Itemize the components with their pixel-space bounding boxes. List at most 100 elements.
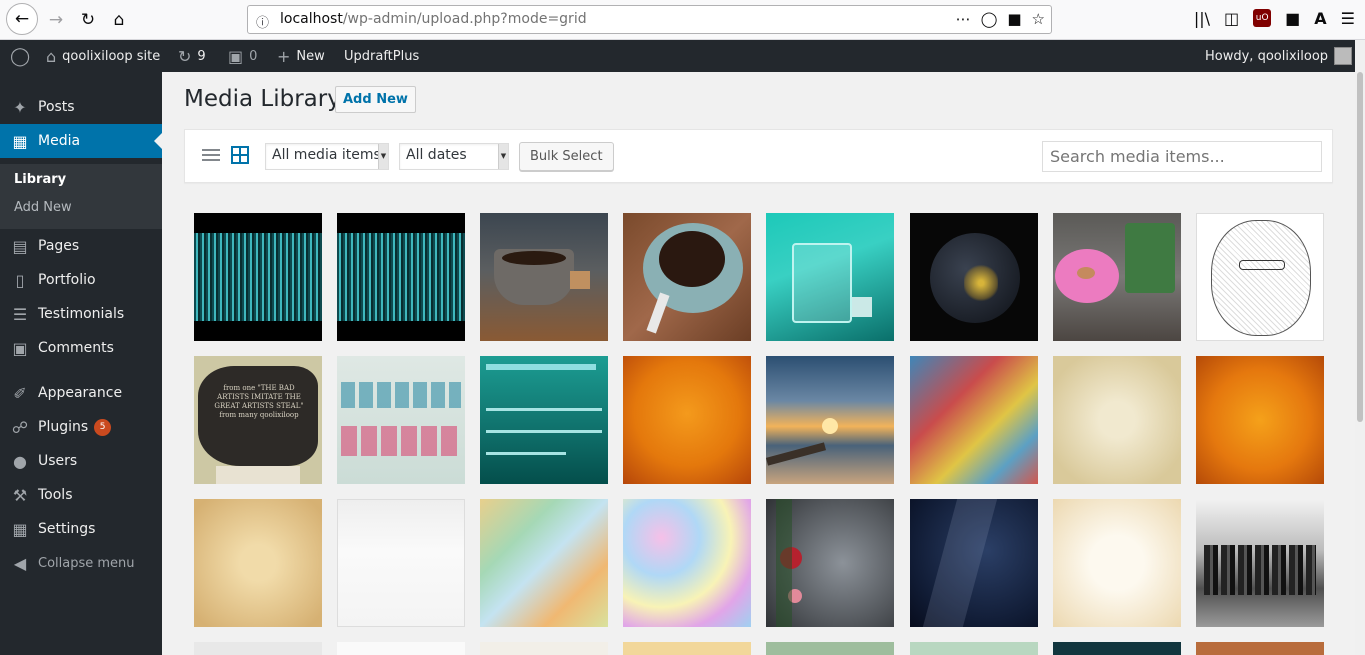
media-item-partial[interactable] [337, 642, 465, 655]
media-item-parchment-texture[interactable] [1053, 356, 1181, 484]
media-item-partial[interactable] [623, 642, 751, 655]
media-item-pastel-paint[interactable] [480, 499, 608, 627]
menu-label: Pages [38, 238, 80, 254]
site-name-link[interactable]: ⌂ qoolixiloop site [46, 40, 160, 72]
media-item-cream-paper[interactable] [1053, 499, 1181, 627]
updraftplus-link[interactable]: UpdraftPlus [344, 40, 419, 72]
wordpress-logo-icon[interactable]: ◯ [10, 40, 30, 72]
menu-pages[interactable]: ▤ Pages [0, 229, 162, 263]
tools-icon: ⚒ [12, 485, 28, 505]
media-item-coffee-cup-spoon[interactable] [623, 213, 751, 341]
scrollbar[interactable] [1355, 40, 1365, 655]
ublock-icon[interactable]: uO [1253, 9, 1272, 27]
media-item-partial[interactable] [1196, 642, 1324, 655]
menu-media[interactable]: ▦ Media [0, 124, 162, 158]
media-item-highly-effective-text[interactable] [480, 356, 608, 484]
menu-appearance[interactable]: ✐ Appearance [0, 376, 162, 410]
scroll-thumb[interactable] [1357, 72, 1363, 422]
comments-link[interactable]: ▣ 0 [228, 40, 257, 72]
media-item-glass-water-splash[interactable] [766, 213, 894, 341]
media-item-partial[interactable] [194, 642, 322, 655]
save-page-icon[interactable]: ■ [1285, 9, 1300, 28]
media-item-colorful-abstract[interactable] [910, 356, 1038, 484]
menu-comments[interactable]: ▣ Comments [0, 331, 162, 365]
media-item-coffee-cup-sugar[interactable] [480, 213, 608, 341]
menu-portfolio[interactable]: ▯ Portfolio [0, 263, 162, 297]
media-item-stone-quote[interactable]: from one "THE BAD ARTISTS IMITATE THE GR… [194, 356, 322, 484]
url-bar[interactable]: ⓘ localhost/wp-admin/upload.php?mode=gri… [247, 5, 1052, 34]
sidebar-icon[interactable]: ◫ [1224, 9, 1239, 28]
pages-icon: ▤ [12, 236, 28, 256]
menu-label: Tools [38, 487, 73, 503]
media-item-partial[interactable] [910, 642, 1038, 655]
menu-label: Settings [38, 521, 96, 537]
media-item-watercolor-pastel[interactable] [623, 499, 751, 627]
add-new-button[interactable]: Add New [335, 86, 416, 113]
media-item-born-nobody-text[interactable] [337, 356, 465, 484]
grid-view-icon[interactable] [231, 146, 249, 164]
media-item-beach-sunset[interactable] [766, 356, 894, 484]
media-item-starry-sky[interactable] [910, 499, 1038, 627]
menu-settings[interactable]: ▦ Settings [0, 512, 162, 546]
submenu-library[interactable]: Library [14, 172, 66, 187]
menu-label: Testimonials [38, 306, 125, 322]
menu-plugins[interactable]: ☍ Plugins 5 [0, 410, 162, 444]
media-item-orange-texture-2[interactable] [1196, 356, 1324, 484]
list-view-icon[interactable] [202, 146, 220, 164]
updates-icon: ↻ [178, 46, 192, 66]
media-item-planet-night-lights[interactable] [910, 213, 1038, 341]
font-icon[interactable]: A [1314, 9, 1326, 28]
pocket-icon[interactable]: ◯ [981, 10, 998, 28]
new-content-link[interactable]: + New [277, 40, 325, 72]
media-type-filter[interactable]: All media items ▼ [265, 143, 389, 170]
home-button[interactable]: ⌂ [105, 6, 133, 34]
admin-menu: ✦ Posts ▦ Media Library Add New ▤ Pages … [0, 72, 162, 655]
media-item-roses-on-gray[interactable] [766, 499, 894, 627]
media-item-white-texture[interactable] [337, 499, 465, 627]
library-icon[interactable]: ||\ [1194, 9, 1210, 28]
media-item-donut-and-mug[interactable] [1053, 213, 1181, 341]
info-icon[interactable]: ⓘ [256, 12, 269, 31]
media-item-matrix-portrait-1[interactable] [194, 213, 322, 341]
url-text[interactable]: localhost/wp-admin/upload.php?mode=grid [280, 11, 587, 27]
menu-users[interactable]: ● Users [0, 444, 162, 478]
forward-button[interactable]: → [42, 6, 70, 34]
settings-icon: ▦ [12, 519, 28, 539]
reload-button[interactable]: ↻ [74, 6, 102, 34]
menu-tools[interactable]: ⚒ Tools [0, 478, 162, 512]
save-icon[interactable]: ■ [1007, 10, 1021, 28]
site-name: qoolixiloop site [62, 48, 161, 64]
media-item-partial[interactable] [766, 642, 894, 655]
search-input[interactable] [1042, 141, 1322, 172]
media-item-matrix-portrait-2[interactable] [337, 213, 465, 341]
media-item-partial[interactable] [1053, 642, 1181, 655]
updraftplus-label: UpdraftPlus [344, 48, 420, 64]
menu-label: Comments [38, 340, 114, 356]
bulk-select-button[interactable]: Bulk Select [519, 142, 614, 171]
media-item-city-skyline-bw[interactable] [1196, 499, 1324, 627]
page-title: Media Library [184, 86, 341, 112]
date-filter[interactable]: All dates ▼ [399, 143, 509, 170]
menu-label: Plugins [38, 419, 89, 435]
bookmark-star-icon[interactable]: ☆ [1032, 10, 1045, 28]
menu-testimonials[interactable]: ☰ Testimonials [0, 297, 162, 331]
menu-label: Posts [38, 99, 75, 115]
media-item-sketch-portrait[interactable] [1196, 213, 1324, 341]
media-item-orange-texture-1[interactable] [623, 356, 751, 484]
avatar [1334, 47, 1353, 65]
chevron-down-icon: ▼ [378, 144, 388, 169]
collapse-menu-button[interactable]: ◀ Collapse menu [0, 546, 162, 580]
menu-label: Users [38, 453, 78, 469]
page-actions-icon[interactable]: ⋯ [956, 10, 971, 28]
back-button[interactable]: ← [6, 3, 38, 35]
appearance-icon: ✐ [13, 383, 27, 403]
stone-quote-text: from one "THE BAD ARTISTS IMITATE THE GR… [214, 384, 304, 419]
media-item-old-paper-texture[interactable] [194, 499, 322, 627]
updates-link[interactable]: ↻ 9 [178, 40, 206, 72]
my-account-link[interactable]: Howdy, qoolixiloop [1205, 40, 1353, 72]
url-path: /wp-admin/upload.php?mode=grid [342, 11, 587, 27]
submenu-add-new[interactable]: Add New [14, 200, 72, 215]
menu-posts[interactable]: ✦ Posts [0, 90, 162, 124]
media-item-partial[interactable] [480, 642, 608, 655]
menu-icon[interactable]: ☰ [1341, 9, 1355, 28]
